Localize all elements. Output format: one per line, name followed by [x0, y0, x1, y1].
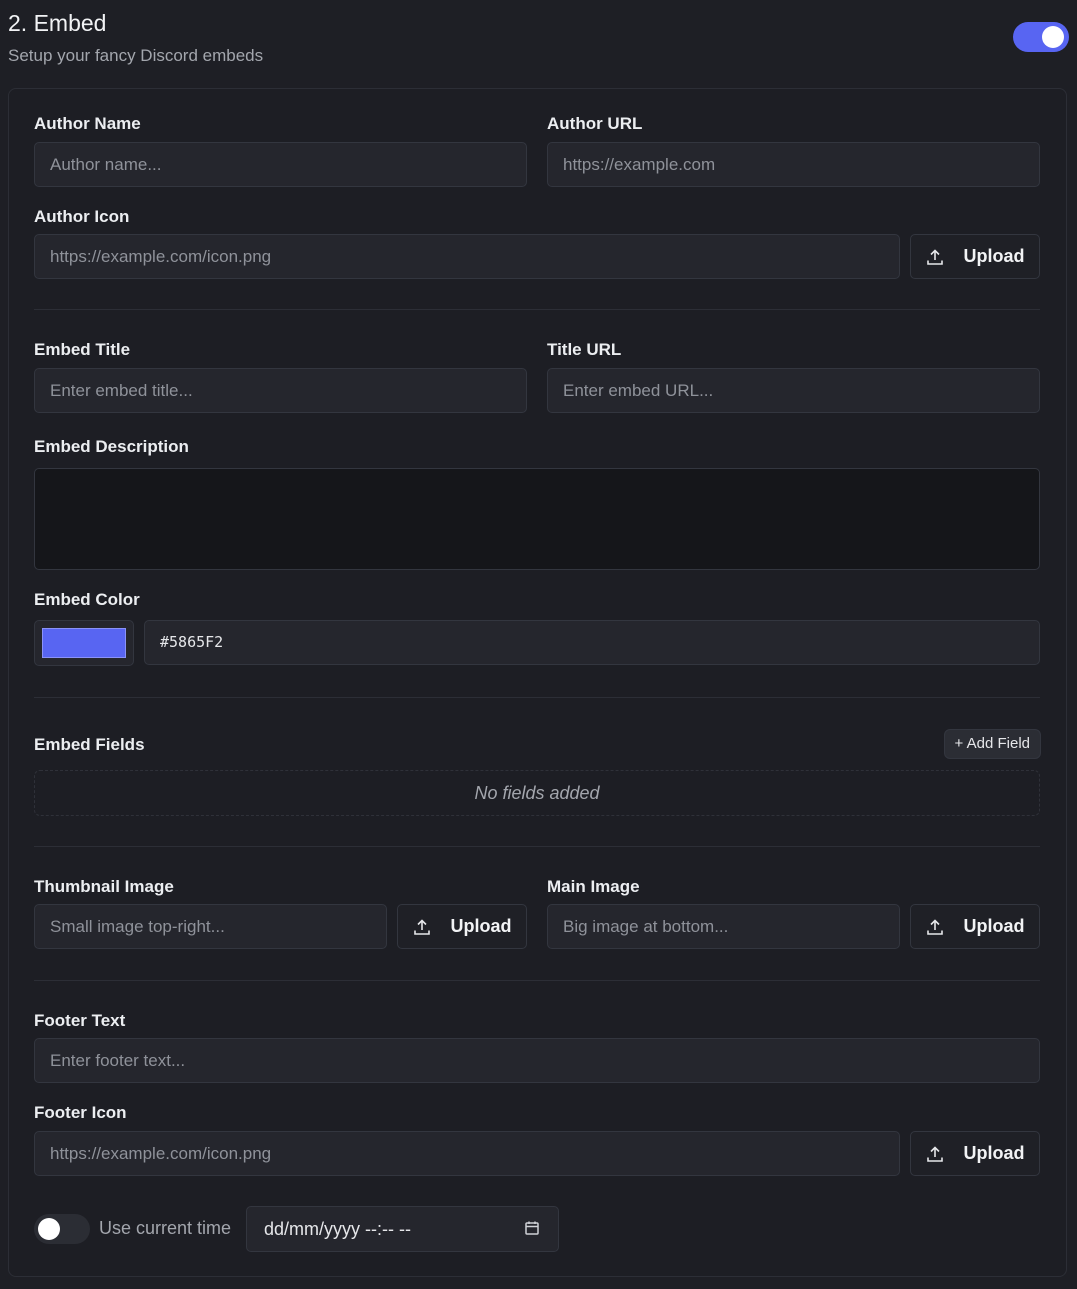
embed-description-textarea[interactable] — [34, 468, 1040, 570]
main-image-input[interactable]: Big image at bottom... — [547, 904, 900, 949]
timestamp-datetime-input[interactable]: dd/mm/yyyy --:-- -- — [246, 1206, 559, 1252]
divider — [34, 846, 1040, 847]
footer-text-input[interactable]: Enter footer text... — [34, 1038, 1040, 1083]
datetime-placeholder: dd/mm/yyyy --:-- -- — [264, 1219, 411, 1239]
upload-icon — [926, 248, 943, 265]
author-icon-label: Author Icon — [34, 207, 130, 226]
thumbnail-upload-button[interactable]: Upload — [397, 904, 527, 949]
color-picker-button[interactable] — [34, 620, 134, 666]
author-url-label: Author URL — [547, 114, 643, 133]
section-subtitle: Setup your fancy Discord embeds — [8, 46, 264, 65]
author-url-input[interactable]: https://example.com — [547, 142, 1040, 187]
footer-icon-label: Footer Icon — [34, 1103, 127, 1122]
author-icon-input[interactable]: https://example.com/icon.png — [34, 234, 900, 279]
author-name-label: Author Name — [34, 114, 141, 133]
divider — [34, 309, 1040, 310]
upload-icon — [413, 918, 430, 935]
toggle-knob — [38, 1218, 60, 1240]
color-swatch-fill — [42, 628, 126, 658]
section-title: 2. Embed — [8, 10, 107, 36]
embed-description-label: Embed Description — [34, 437, 189, 456]
upload-label: Upload — [963, 246, 1025, 266]
embed-color-input[interactable]: #5865F2 — [144, 620, 1040, 665]
footer-text-label: Footer Text — [34, 1011, 126, 1030]
footer-icon-input[interactable]: https://example.com/icon.png — [34, 1131, 900, 1176]
embed-title-label: Embed Title — [34, 340, 131, 359]
main-image-label: Main Image — [547, 877, 640, 896]
embed-enabled-toggle[interactable] — [1013, 22, 1069, 52]
divider — [34, 980, 1040, 981]
upload-icon — [926, 918, 943, 935]
embed-title-input[interactable]: Enter embed title... — [34, 368, 527, 413]
author-name-input[interactable]: Author name... — [34, 142, 527, 187]
title-url-label: Title URL — [547, 340, 622, 359]
fields-empty-state: No fields added — [34, 770, 1040, 816]
use-current-time-label: Use current time — [99, 1218, 232, 1238]
embed-section-header: 2. Embed Setup your fancy Discord embeds — [8, 8, 1069, 78]
thumbnail-image-label: Thumbnail Image — [34, 877, 174, 896]
upload-label: Upload — [963, 916, 1025, 936]
upload-label: Upload — [963, 1143, 1025, 1163]
author-icon-upload-button[interactable]: Upload — [910, 234, 1040, 279]
add-field-button[interactable]: + Add Field — [943, 729, 1041, 759]
thumbnail-image-input[interactable]: Small image top-right... — [34, 904, 387, 949]
footer-icon-upload-button[interactable]: Upload — [910, 1131, 1040, 1176]
calendar-icon[interactable] — [524, 1220, 540, 1236]
toggle-knob — [1042, 26, 1064, 48]
divider — [34, 697, 1040, 698]
use-current-time-toggle[interactable] — [34, 1214, 90, 1244]
embed-form-card: Author Name Author name... Author URL ht… — [8, 88, 1067, 1277]
upload-label: Upload — [450, 916, 512, 936]
upload-icon — [926, 1145, 943, 1162]
title-url-input[interactable]: Enter embed URL... — [547, 368, 1040, 413]
main-image-upload-button[interactable]: Upload — [910, 904, 1040, 949]
embed-color-label: Embed Color — [34, 590, 140, 609]
embed-fields-label: Embed Fields — [34, 735, 145, 754]
